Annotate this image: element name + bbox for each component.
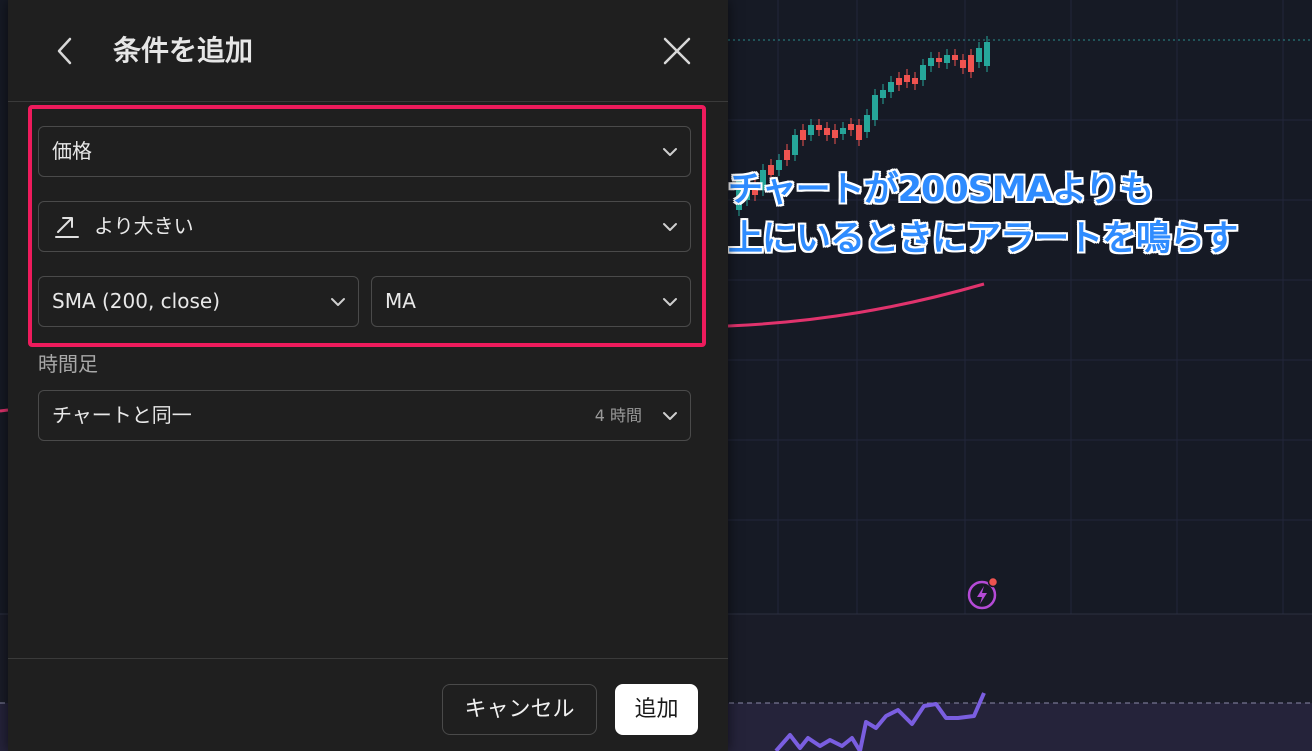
target-series-select[interactable]: MA xyxy=(371,276,691,327)
candle xyxy=(920,65,926,80)
candle xyxy=(808,125,814,135)
sma-200-line xyxy=(727,282,985,328)
chevron-down-icon xyxy=(663,148,677,156)
annotation-text: チャートが200SMAよりも 上にいるときにアラートを鳴らす xyxy=(728,166,1238,264)
target-indicator-select[interactable]: SMA (200, close) xyxy=(38,276,359,327)
source-select-value: 価格 xyxy=(52,139,92,163)
timeframe-label: 時間足 xyxy=(38,352,98,376)
chevron-left-icon[interactable] xyxy=(48,32,82,70)
candle xyxy=(872,95,878,120)
candle xyxy=(856,125,862,140)
candle xyxy=(792,135,798,155)
chevron-down-icon xyxy=(663,223,677,231)
lightning-alert-icon[interactable] xyxy=(966,577,1000,611)
add-button[interactable]: 追加 xyxy=(615,684,698,735)
cancel-button[interactable]: キャンセル xyxy=(442,684,597,735)
add-condition-panel: 条件を追加 価格 より大きい SMA (200, close) MA 時間足 チ… xyxy=(8,0,728,751)
candle xyxy=(912,78,918,84)
candle xyxy=(904,75,910,82)
candle xyxy=(816,125,822,130)
screen: チャートが200SMAよりも 上にいるときにアラートを鳴らす 条件を追加 価格 xyxy=(0,0,1312,751)
panel-header: 条件を追加 xyxy=(8,0,728,102)
target-series-value: MA xyxy=(385,289,416,313)
timeframe-select-value: チャートと同一 xyxy=(52,403,192,427)
candle xyxy=(968,55,974,72)
candle xyxy=(984,42,990,66)
panel-title: 条件を追加 xyxy=(113,34,254,67)
candle xyxy=(928,58,934,66)
operator-select[interactable]: より大きい xyxy=(38,201,691,252)
candle xyxy=(952,55,958,60)
source-select[interactable]: 価格 xyxy=(38,126,691,177)
timeframe-select[interactable]: チャートと同一 4 時間 xyxy=(38,390,691,441)
target-indicator-value: SMA (200, close) xyxy=(52,289,220,313)
chevron-down-icon xyxy=(663,412,677,420)
candle xyxy=(960,60,966,68)
candle xyxy=(840,128,846,134)
candle xyxy=(824,128,830,135)
trend-up-arrow-icon xyxy=(55,217,79,238)
candle xyxy=(848,124,854,130)
close-icon[interactable] xyxy=(658,32,696,70)
candle xyxy=(936,58,942,62)
operator-select-value: より大きい xyxy=(94,214,194,238)
annotation-line-2: 上にいるときにアラートを鳴らす xyxy=(728,219,1238,259)
candle xyxy=(944,55,950,63)
candle xyxy=(896,78,902,85)
candle xyxy=(784,150,790,160)
chevron-down-icon xyxy=(663,298,677,306)
candle xyxy=(976,48,982,62)
chevron-down-icon xyxy=(331,298,345,306)
sma-200-line-left xyxy=(0,408,9,413)
timeframe-hint: 4 時間 xyxy=(594,406,642,425)
candle xyxy=(888,82,894,92)
panel-footer: キャンセル 追加 xyxy=(8,658,728,751)
candle xyxy=(864,115,870,132)
candle xyxy=(832,130,838,138)
annotation-line-1: チャートが200SMAよりも xyxy=(728,170,1154,210)
candle xyxy=(880,90,886,98)
candle xyxy=(800,130,806,140)
